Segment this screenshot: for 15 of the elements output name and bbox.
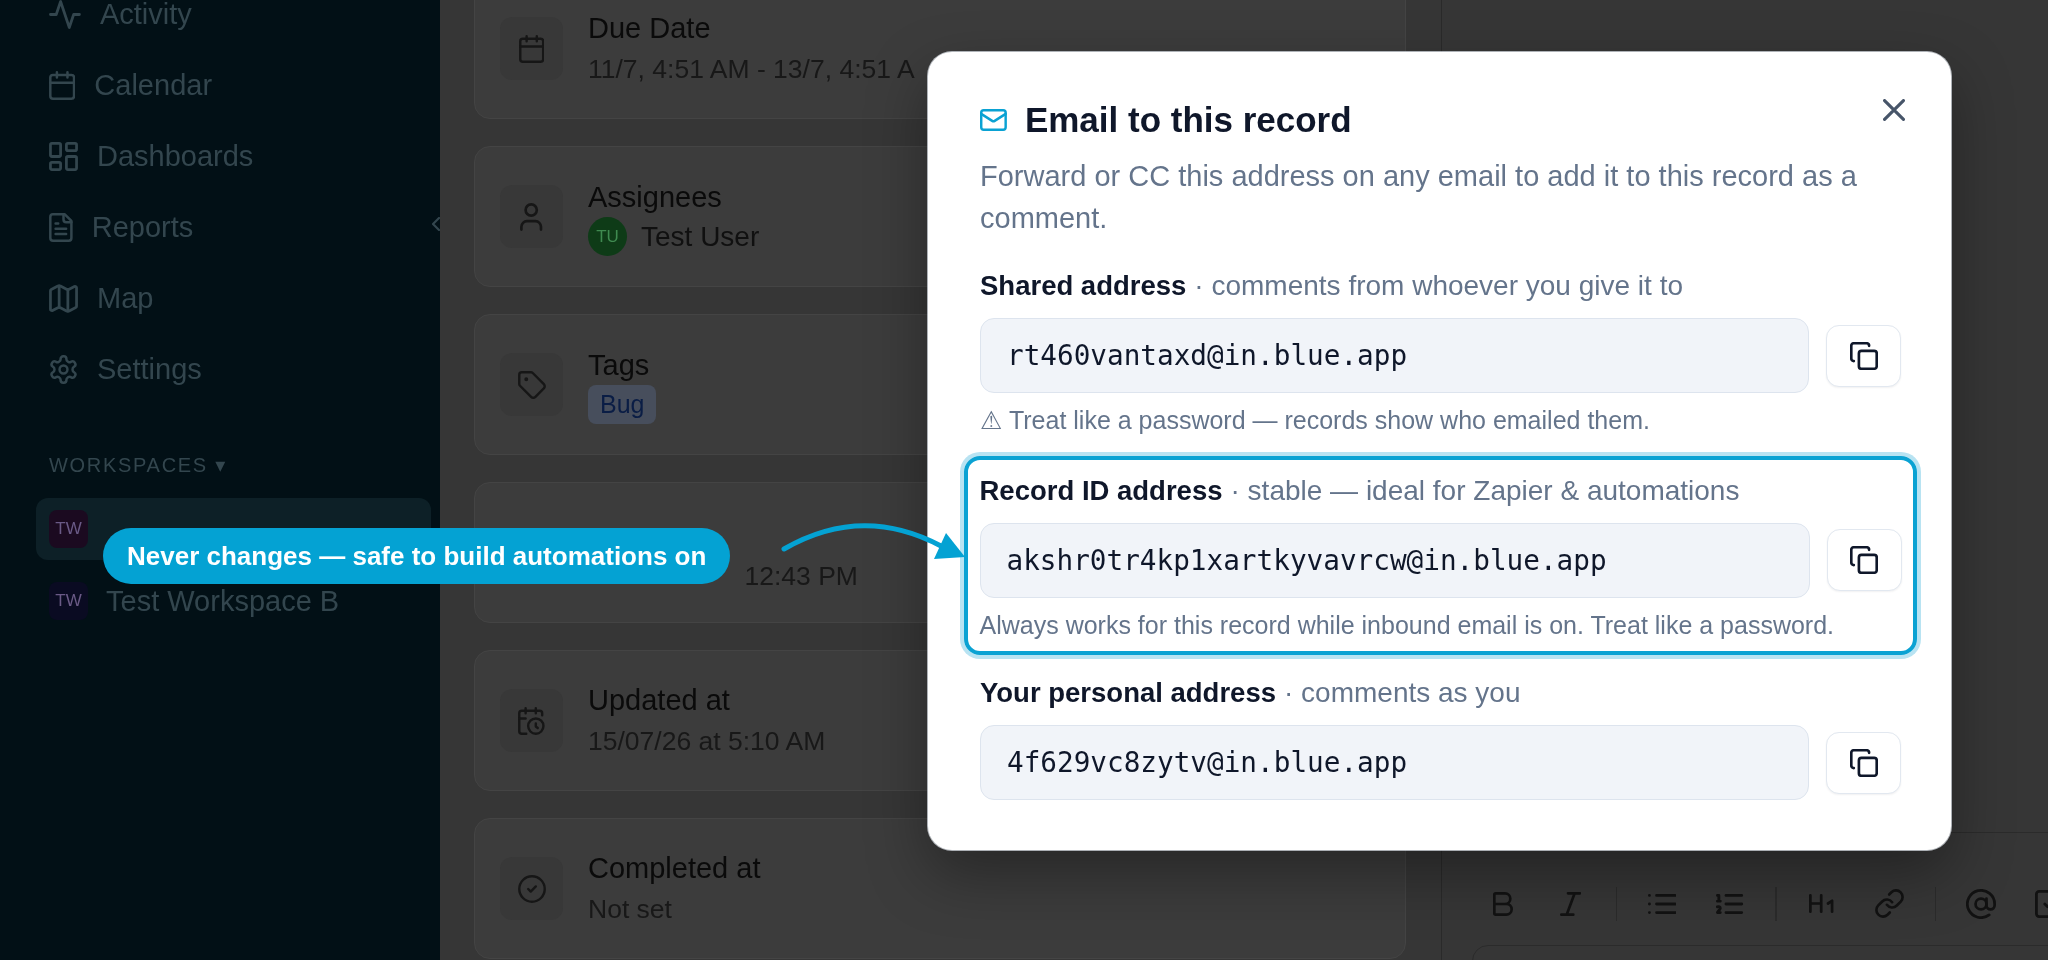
initials-avatar: TU (588, 217, 627, 256)
address-hint: · comments as you (1284, 677, 1521, 708)
tag-chip: Bug (588, 385, 657, 424)
workspace-badge: TW (49, 510, 88, 548)
address-note: Always works for this record while inbound email is on. Treat like a password. (979, 609, 1836, 641)
dialog-title: Email to this record (1024, 100, 1352, 140)
address-hint: · comments from whoever you give it to (1194, 270, 1683, 301)
address-label: Record ID address (979, 474, 1223, 506)
address-note: ⚠ Treat like a password — records show who emailed them. (980, 405, 1651, 436)
address-hint: · stable — ideal for Zapier & automations (1230, 474, 1740, 506)
address-label: Your personal address (980, 677, 1276, 708)
callout-tooltip: Never changes — safe to build automations on (103, 528, 731, 584)
workspace-badge: TW (49, 582, 88, 620)
dialog-description: Forward or CC this address on any email to add it to this record as a comment. (980, 159, 1858, 236)
address-label: Shared address (980, 270, 1187, 301)
